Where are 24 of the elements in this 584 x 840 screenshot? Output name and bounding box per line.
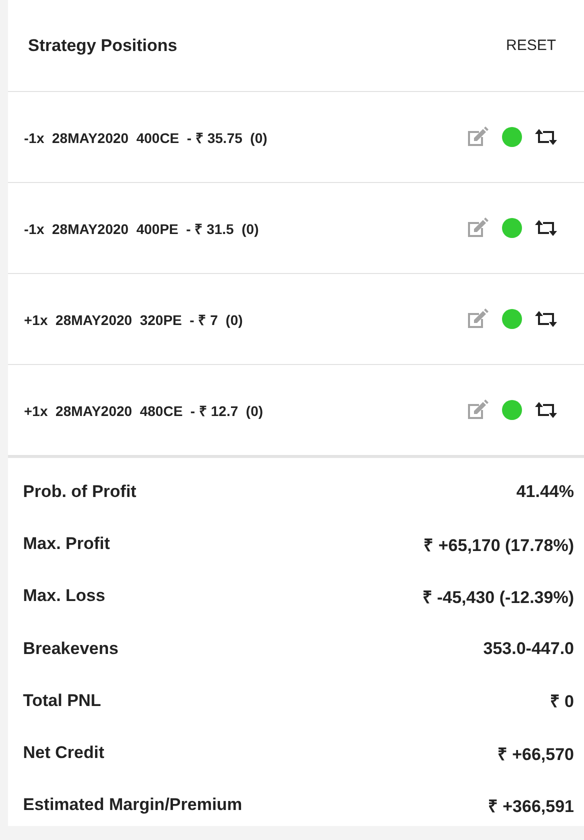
stat-value: ₹ -45,430 (-12.39%) xyxy=(422,586,574,608)
stat-value: ₹ +366,591 xyxy=(488,796,574,817)
stat-value: ₹ +65,170 (17.78%) xyxy=(424,534,574,556)
position-label: +1x 28MAY2020 480CE - ₹ 12.7 (0) xyxy=(24,402,264,420)
stat-value: 353.0-447.0 xyxy=(483,638,574,659)
stat-value: 41.44% xyxy=(516,482,574,502)
swap-arrows-icon[interactable] xyxy=(534,401,558,419)
stat-value: ₹ 0 xyxy=(550,691,574,712)
stat-label: Total PNL xyxy=(23,690,102,711)
swap-arrows-icon[interactable] xyxy=(534,128,558,146)
stat-label: Prob. of Profit xyxy=(23,482,136,502)
stat-label: Breakevens xyxy=(23,638,118,659)
swap-arrows-icon[interactable] xyxy=(534,219,558,237)
position-label: -1x 28MAY2020 400PE - ₹ 31.5 (0) xyxy=(24,220,259,238)
section-title: Strategy Positions xyxy=(28,36,178,56)
position-label: -1x 28MAY2020 400CE - ₹ 35.75 (0) xyxy=(24,128,268,146)
reset-button[interactable]: RESET xyxy=(502,33,560,58)
stat-label: Max. Loss xyxy=(23,586,106,606)
position-label: +1x 28MAY2020 320PE - ₹ 7 (0) xyxy=(24,310,243,328)
stat-label: Max. Profit xyxy=(23,534,110,554)
stat-label: Estimated Margin/Premium xyxy=(23,795,242,816)
stat-label: Net Credit xyxy=(23,743,104,764)
swap-arrows-icon[interactable] xyxy=(534,310,558,328)
stat-value: ₹ +66,570 xyxy=(497,744,574,765)
